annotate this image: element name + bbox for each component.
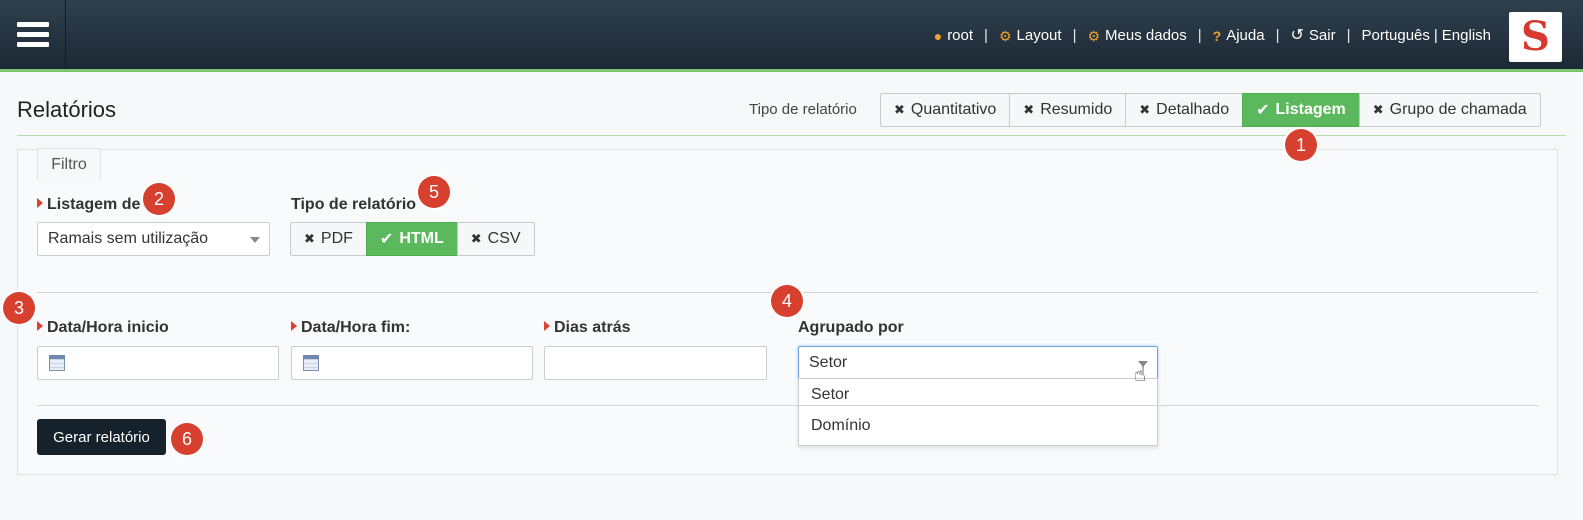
times-icon: ✖	[894, 102, 905, 117]
dropdown-option-dominio[interactable]: Domínio	[799, 410, 1157, 441]
report-type-resumido-button[interactable]: ✖ Resumido	[1009, 93, 1127, 127]
dias-atras-input[interactable]	[544, 346, 767, 380]
data-fim-label-text: Data/Hora fim:	[301, 319, 411, 336]
report-type-label-resumido: Resumido	[1040, 101, 1113, 118]
sign-out-icon: ↺	[1290, 26, 1304, 44]
question-icon: ?	[1212, 27, 1222, 44]
times-icon: ✖	[1023, 102, 1035, 117]
format-toggle: ✖ PDF ✔ HTML ✖ CSV	[290, 222, 535, 256]
report-type-listagem-button[interactable]: ✔ Listagem	[1242, 93, 1360, 127]
format-html-label: HTML	[399, 230, 444, 247]
nav-user-link[interactable]: ● root	[934, 27, 973, 44]
format-html-button[interactable]: ✔ HTML	[365, 222, 458, 256]
pointer-cursor-icon: ☝	[1134, 364, 1147, 386]
filter-divider	[37, 405, 1538, 406]
dias-atras-label-text: Dias atrás	[554, 319, 631, 336]
report-type-label-quantitativo: Quantitativo	[910, 101, 997, 118]
caret-down-icon	[250, 237, 260, 243]
check-icon: ✔	[379, 231, 394, 248]
step-badge: 6	[171, 423, 203, 455]
page-title: Relatórios	[17, 97, 117, 122]
header-divider	[17, 135, 1566, 136]
agrupado-por-dropdown: Setor Domínio	[798, 378, 1158, 446]
times-icon: ✖	[304, 231, 315, 246]
listagem-de-value: Ramais sem utilização	[48, 230, 209, 247]
agrupado-por-value: Setor	[809, 354, 848, 371]
data-inicio-input[interactable]	[37, 346, 279, 380]
dias-atras-label: Dias atrás	[544, 319, 631, 337]
nav-layout-link[interactable]: ⚙ Layout	[999, 27, 1062, 44]
calendar-icon[interactable]	[49, 355, 65, 371]
report-type-label-grupo: Grupo de chamada	[1389, 101, 1527, 118]
nav-sair-label: Sair	[1308, 27, 1336, 44]
report-type-label-detalhado: Detalhado	[1156, 101, 1230, 118]
step-badge: 5	[418, 176, 450, 208]
top-navbar: ● root | ⚙ Layout | ⚙ Meus dados | ? Aju…	[0, 0, 1583, 72]
nav-user-label: root	[947, 27, 974, 44]
agrupado-por-label: Agrupado por	[798, 319, 904, 336]
logo-s-mark: S	[1521, 13, 1550, 60]
nav-sair-link[interactable]: ↺ Sair	[1291, 27, 1336, 44]
format-csv-label: CSV	[487, 230, 521, 247]
listagem-de-label-text: Listagem de	[47, 196, 141, 213]
nav-ajuda-link[interactable]: ? Ajuda	[1213, 27, 1265, 44]
report-type-label: Tipo de relatório	[749, 101, 857, 118]
brand-logo[interactable]: S	[1509, 12, 1562, 62]
gerar-relatorio-button[interactable]: Gerar relatório	[37, 419, 166, 455]
report-type-detalhado-button[interactable]: ✖ Detalhado	[1125, 93, 1244, 127]
format-csv-button[interactable]: ✖ CSV	[456, 222, 535, 256]
report-type-grupo-button[interactable]: ✖ Grupo de chamada	[1358, 93, 1541, 127]
nav-separator: |	[1072, 27, 1077, 44]
tab-filtro[interactable]: Filtro	[37, 148, 101, 180]
nav-layout-label: Layout	[1016, 27, 1062, 44]
nav-meus-dados-label: Meus dados	[1105, 27, 1187, 44]
nav-separator: |	[1275, 27, 1280, 44]
report-type-toggle: ✖ Quantitativo ✖ Resumido ✖ Detalhado ✔ …	[880, 93, 1541, 127]
top-nav-links: ● root | ⚙ Layout | ⚙ Meus dados | ? Aju…	[934, 27, 1491, 44]
nav-separator: |	[1346, 27, 1351, 44]
listagem-de-label: Listagem de	[37, 196, 140, 214]
times-icon: ✖	[1139, 102, 1151, 117]
data-inicio-label: Data/Hora inicio	[37, 319, 169, 337]
format-pdf-button[interactable]: ✖ PDF	[290, 222, 367, 256]
report-type-label-listagem: Listagem	[1275, 101, 1346, 118]
user-icon: ●	[933, 27, 943, 44]
times-icon: ✖	[470, 231, 482, 246]
menu-icon	[16, 17, 49, 52]
nav-separator: |	[984, 27, 988, 44]
agrupado-por-select[interactable]: Setor	[798, 346, 1158, 380]
step-badge: 3	[3, 292, 35, 324]
step-badge: 2	[143, 183, 175, 215]
check-icon: ✔	[1256, 102, 1270, 119]
format-pdf-label: PDF	[320, 230, 353, 247]
lang-separator: |	[1433, 27, 1438, 44]
nav-ajuda-label: Ajuda	[1226, 27, 1265, 44]
step-badge: 1	[1285, 129, 1317, 161]
cogs-icon: ⚙	[998, 27, 1012, 44]
data-fim-label: Data/Hora fim:	[291, 319, 410, 337]
menu-toggle-button[interactable]	[0, 0, 66, 69]
data-fim-input[interactable]	[291, 346, 533, 380]
calendar-icon[interactable]	[303, 355, 319, 371]
data-inicio-label-text: Data/Hora inicio	[47, 319, 169, 336]
nav-separator: |	[1197, 27, 1202, 44]
report-type-quantitativo-button[interactable]: ✖ Quantitativo	[880, 93, 1011, 127]
nav-meus-dados-link[interactable]: ⚙ Meus dados	[1087, 27, 1186, 44]
lang-en-link[interactable]: English	[1442, 27, 1491, 44]
gear-icon: ⚙	[1087, 27, 1101, 44]
lang-pt-link[interactable]: Português	[1362, 27, 1430, 44]
format-type-label: Tipo de relatório	[291, 196, 417, 213]
step-badge: 4	[771, 285, 803, 317]
listagem-de-select[interactable]: Ramais sem utilização	[37, 222, 270, 256]
times-icon: ✖	[1372, 102, 1384, 117]
